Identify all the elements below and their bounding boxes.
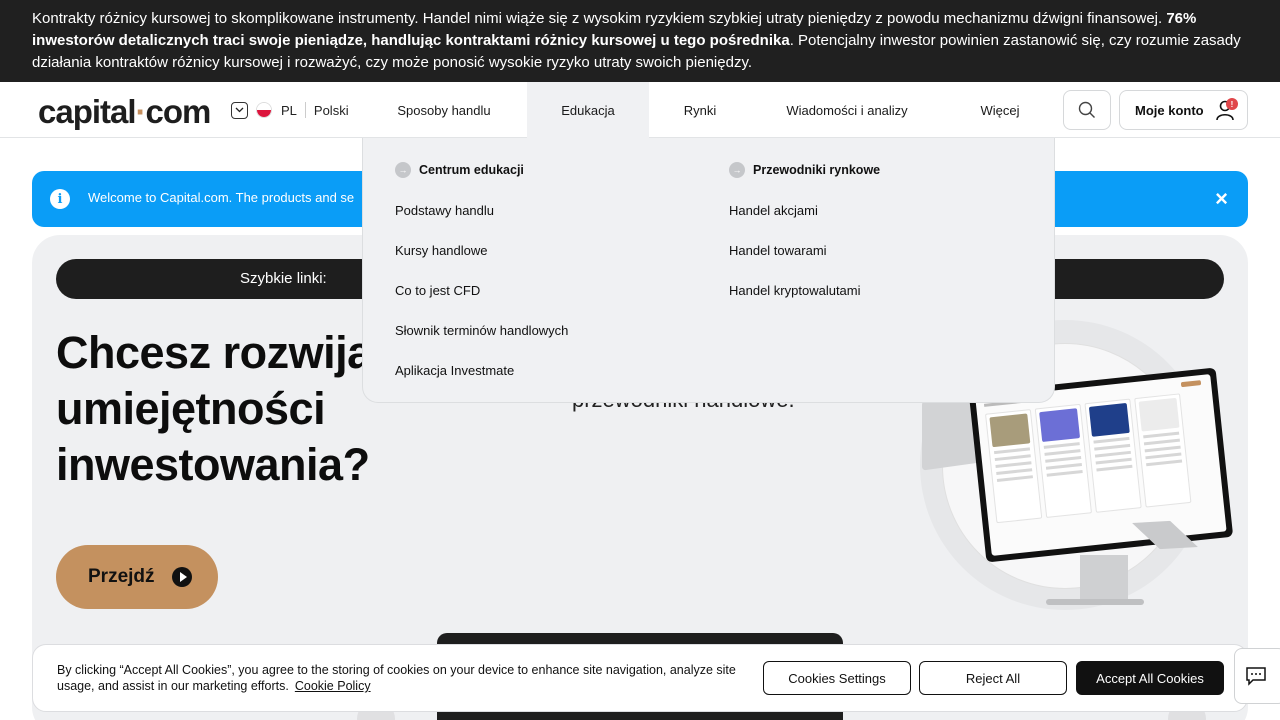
arrow-right-icon: → (395, 162, 411, 178)
nav-rynki[interactable]: Rynki (662, 82, 738, 138)
menu-item-crypto-trading[interactable]: Handel kryptowalutami (729, 283, 861, 298)
go-button-label: Przejdź (88, 566, 155, 587)
heading-label: Przewodniki rynkowe (753, 163, 881, 177)
cookie-banner: By clicking “Accept All Cookies”, you ag… (32, 644, 1248, 712)
nav-wiadomosci[interactable]: Wiadomości i analizy (768, 82, 926, 138)
logo-text-left: capital (38, 93, 137, 130)
cookie-text-block: By clicking “Accept All Cookies”, you ag… (57, 662, 747, 694)
chevron-down-icon (231, 101, 248, 119)
cookie-policy-link[interactable]: Cookie Policy (295, 679, 371, 693)
menu-item-trading-courses[interactable]: Kursy handlowe (395, 243, 488, 258)
dropdown-heading-market-guides[interactable]: → Przewodniki rynkowe (729, 162, 880, 178)
nav-edukacja[interactable]: Edukacja (527, 82, 649, 138)
risk-warning-banner: Kontrakty różnicy kursowej to skomplikow… (0, 0, 1280, 82)
go-button[interactable]: Przejdź (56, 545, 218, 609)
menu-item-what-is-cfd[interactable]: Co to jest CFD (395, 283, 480, 298)
screen-card (985, 409, 1043, 524)
accept-all-cookies-button[interactable]: Accept All Cookies (1076, 661, 1224, 695)
arrow-right-icon: → (729, 162, 745, 178)
quick-links-label: Szybkie linki: (240, 270, 327, 287)
play-icon (172, 567, 192, 587)
nav-wiecej[interactable]: Więcej (958, 82, 1042, 138)
language-selector[interactable]: PL Polski (231, 100, 349, 120)
chat-button[interactable] (1234, 648, 1280, 704)
search-button[interactable] (1063, 90, 1111, 130)
dropdown-heading-education-center[interactable]: → Centrum edukacji (395, 162, 524, 178)
chat-icon (1246, 667, 1266, 686)
risk-text-part1: Kontrakty różnicy kursowej to skomplikow… (32, 10, 1167, 27)
cookies-settings-button[interactable]: Cookies Settings (763, 661, 911, 695)
my-account-button[interactable]: Moje konto ! (1119, 90, 1248, 130)
poland-flag-icon (256, 102, 272, 118)
education-dropdown-menu: → Centrum edukacji Podstawy handlu Kursy… (362, 138, 1055, 403)
notification-badge: ! (1226, 98, 1238, 110)
menu-item-trading-basics[interactable]: Podstawy handlu (395, 203, 494, 218)
monitor-stand-base (1046, 599, 1144, 605)
logo-text-right: com (145, 93, 212, 130)
welcome-text: Welcome to Capital.com. The products and… (88, 190, 355, 205)
menu-item-glossary[interactable]: Słownik terminów handlowych (395, 323, 568, 338)
nav-sposoby-handlu[interactable]: Sposoby handlu (370, 82, 518, 138)
logo-dot: · (135, 93, 147, 130)
info-icon: i (50, 189, 70, 209)
monitor-stand (1080, 555, 1128, 601)
menu-item-stock-trading[interactable]: Handel akcjami (729, 203, 818, 218)
screen-card (1134, 393, 1192, 508)
cookie-text: By clicking “Accept All Cookies”, you ag… (57, 663, 736, 693)
search-icon (1078, 101, 1095, 118)
screen-accent-chip (1180, 380, 1202, 388)
divider (304, 102, 306, 118)
menu-item-commodity-trading[interactable]: Handel towarami (729, 243, 827, 258)
language-name: Polski (313, 102, 349, 118)
heading-label: Centrum edukacji (419, 163, 524, 177)
close-icon[interactable]: × (1215, 186, 1228, 212)
screen-card (1084, 398, 1142, 513)
language-code: PL (281, 102, 297, 118)
menu-item-investmate-app[interactable]: Aplikacja Investmate (395, 363, 514, 378)
screen-card (1034, 403, 1092, 519)
account-label: Moje konto (1135, 102, 1204, 118)
reject-all-button[interactable]: Reject All (919, 661, 1067, 695)
site-header: capital·com PL Polski Sposoby handlu Edu… (0, 82, 1280, 138)
logo[interactable]: capital·com (38, 93, 212, 131)
